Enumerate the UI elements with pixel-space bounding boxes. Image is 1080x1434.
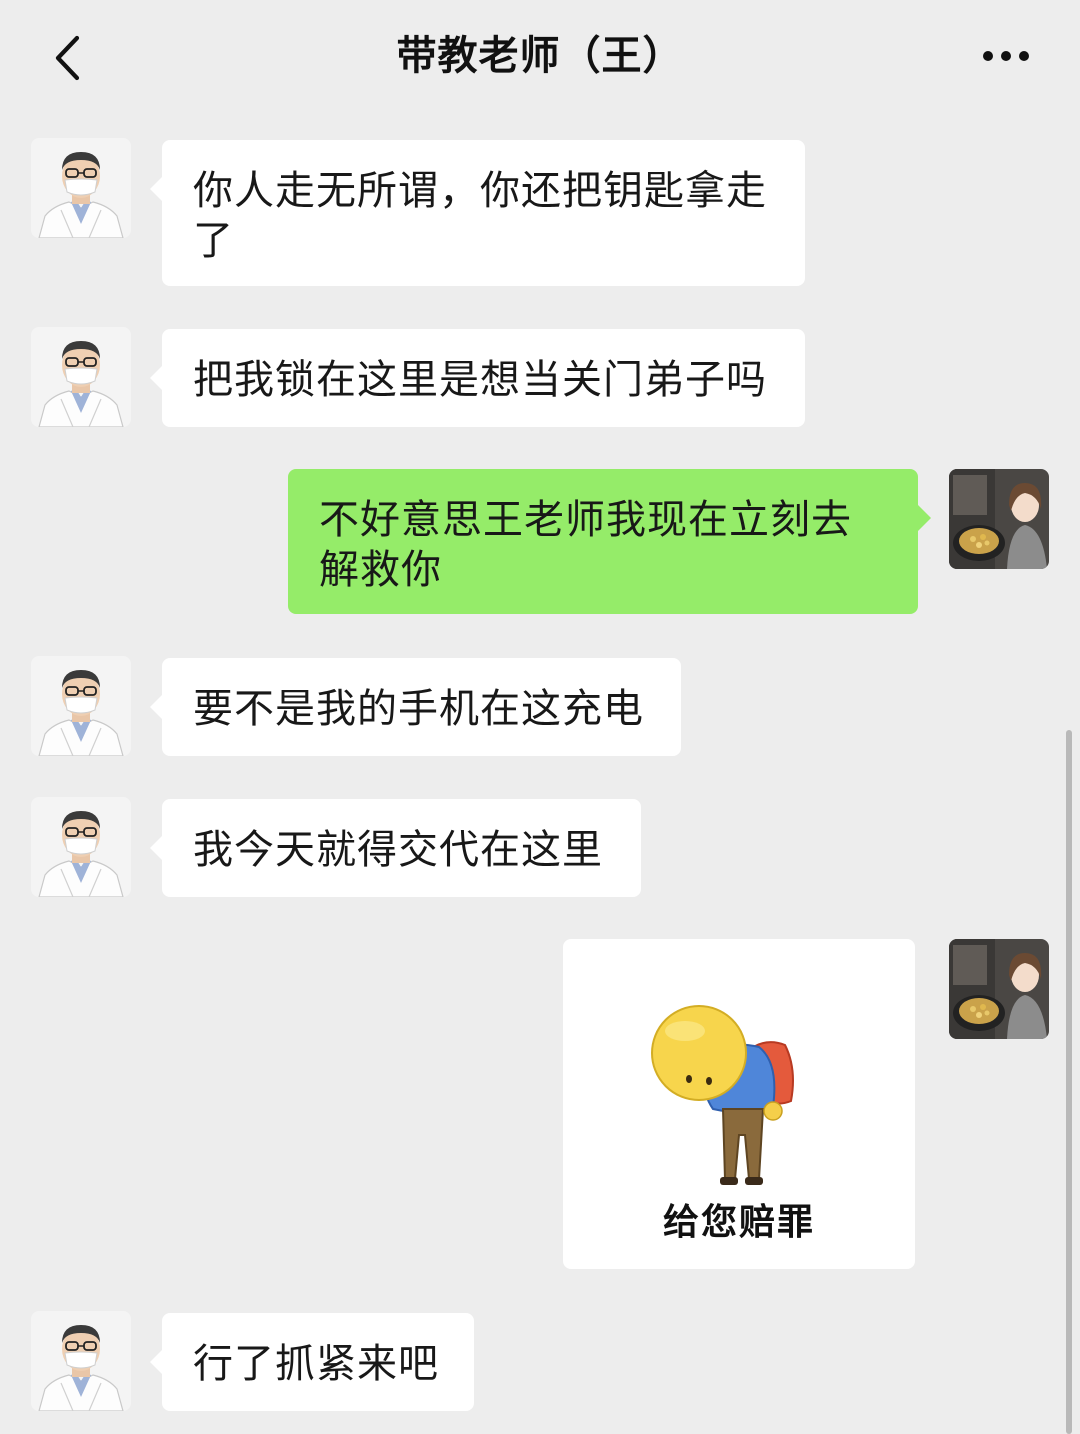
sticker-message[interactable]: 给您赔罪	[563, 939, 915, 1269]
message-text: 你人走无所谓，你还把钥匙拿走了	[193, 168, 767, 264]
teacher-avatar[interactable]	[31, 656, 131, 756]
message-text: 把我锁在这里是想当关门弟子吗	[193, 357, 767, 403]
teacher-avatar[interactable]	[31, 797, 131, 897]
message-bubble[interactable]: 我今天就得交代在这里	[150, 799, 641, 897]
teacher-avatar[interactable]	[31, 138, 131, 238]
message-bubble[interactable]: 要不是我的手机在这充电	[150, 658, 681, 756]
message-bubble[interactable]: 你人走无所谓，你还把钥匙拿走了	[150, 140, 805, 286]
message-bubble[interactable]: 把我锁在这里是想当关门弟子吗	[150, 329, 805, 427]
chat-title: 带教老师（王）	[396, 33, 684, 79]
message-text: 行了抓紧来吧	[193, 1341, 439, 1387]
my-avatar[interactable]	[949, 469, 1049, 569]
message-text: 要不是我的手机在这充电	[193, 686, 644, 732]
navigation-bar: 带教老师（王）	[0, 0, 1080, 112]
message-bubble[interactable]: 行了抓紧来吧	[150, 1313, 474, 1411]
message-bubble-outgoing[interactable]: 不好意思王老师我现在立刻去解救你	[288, 469, 931, 614]
bowing-emoji-icon	[651, 1005, 794, 1185]
sticker-caption: 给您赔罪	[662, 1202, 815, 1243]
message-text: 我今天就得交代在这里	[193, 827, 603, 873]
message-text: 不好意思王老师我现在立刻去解救你	[319, 497, 852, 593]
teacher-avatar[interactable]	[31, 1311, 131, 1411]
teacher-avatar[interactable]	[31, 327, 131, 427]
scrollbar[interactable]	[1066, 730, 1072, 1434]
my-avatar[interactable]	[949, 939, 1049, 1039]
more-button[interactable]	[974, 36, 1038, 76]
more-dots-icon	[983, 51, 1029, 61]
